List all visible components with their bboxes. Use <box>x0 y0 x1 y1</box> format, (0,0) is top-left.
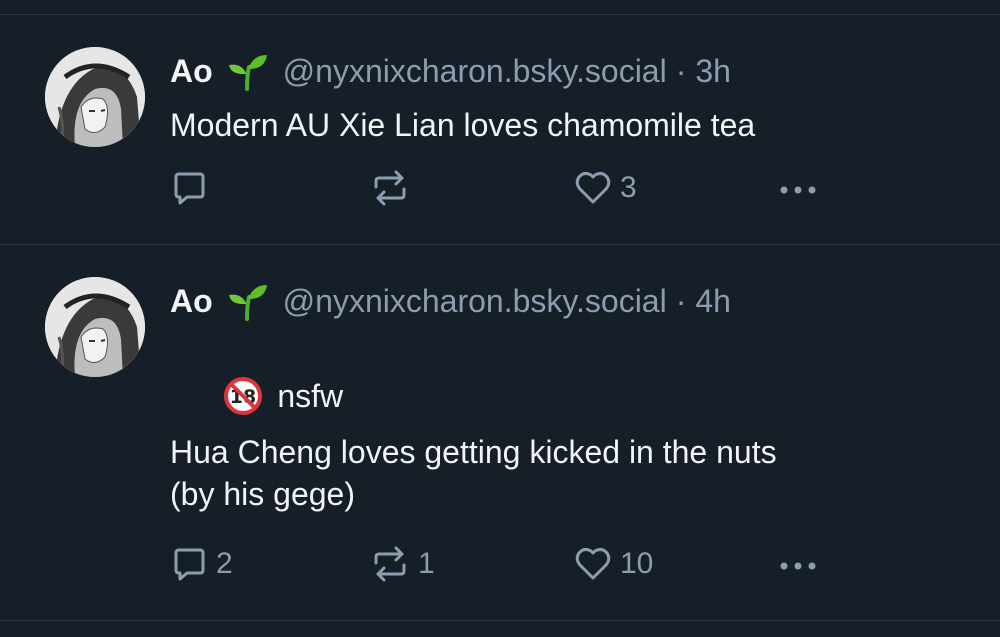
post-text: Hua Cheng loves getting kicked in the nu… <box>170 434 777 512</box>
author-handle[interactable]: @nyxnixcharon.bsky.social <box>283 53 667 90</box>
reply-count: 2 <box>216 547 233 580</box>
author-handle[interactable]: @nyxnixcharon.bsky.social <box>283 283 667 320</box>
more-button[interactable] <box>776 542 820 586</box>
reply-button[interactable] <box>170 166 216 210</box>
avatar[interactable] <box>45 277 145 377</box>
reply-button[interactable]: 2 <box>170 542 233 586</box>
repost-icon <box>374 546 406 582</box>
no-under-18-icon: 18 <box>224 377 263 415</box>
content-label-text: nsfw <box>277 378 344 414</box>
divider <box>0 620 1000 621</box>
repost-button[interactable]: 1 <box>370 542 435 586</box>
reply-icon <box>174 548 205 581</box>
repost-count: 1 <box>418 547 435 580</box>
ellipsis-icon <box>780 562 816 570</box>
feed: Ao @nyxnixcharon.bsky.social · 3h Modern… <box>0 0 1000 637</box>
divider <box>0 14 1000 15</box>
heart-icon <box>575 547 611 580</box>
repost-icon <box>374 170 406 206</box>
separator: · <box>675 282 687 319</box>
like-count: 3 <box>620 171 637 204</box>
seedling-icon <box>225 51 269 91</box>
heart-icon <box>575 171 611 204</box>
like-button[interactable]: 3 <box>574 166 637 210</box>
separator: · <box>675 52 687 89</box>
post-header: Ao @nyxnixcharon.bsky.social · 3h <box>170 51 731 91</box>
like-count: 10 <box>620 547 654 580</box>
more-button[interactable] <box>776 166 820 210</box>
post-time[interactable]: 4h <box>695 283 731 320</box>
seedling-icon <box>225 281 269 321</box>
reply-icon <box>174 172 205 205</box>
author-name[interactable]: Ao <box>170 53 213 90</box>
post-actions: 3 <box>170 166 830 210</box>
post-text: Modern AU Xie Lian loves chamomile tea <box>170 107 756 143</box>
post-actions: 2 1 10 <box>170 542 830 586</box>
post-time[interactable]: 3h <box>695 53 731 90</box>
post-header: Ao @nyxnixcharon.bsky.social · 4h <box>170 281 731 321</box>
author-name[interactable]: Ao <box>170 283 213 320</box>
repost-button[interactable] <box>370 166 418 210</box>
ellipsis-icon <box>780 186 816 194</box>
like-button[interactable]: 10 <box>574 542 653 586</box>
divider <box>0 244 1000 245</box>
avatar[interactable] <box>45 47 145 147</box>
